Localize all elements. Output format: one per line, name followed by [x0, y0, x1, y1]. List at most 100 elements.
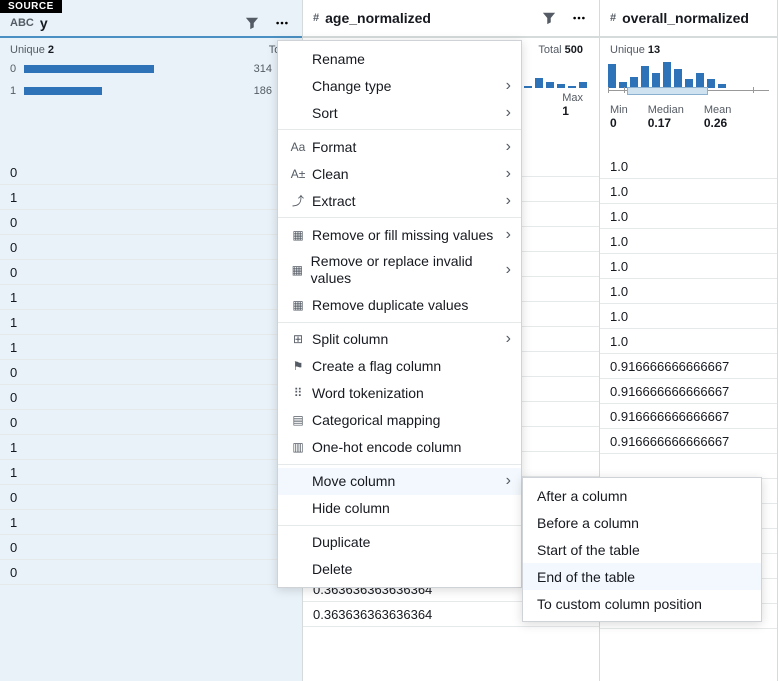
menu-sort[interactable]: Sort — [278, 99, 521, 126]
menu-remove-dup[interactable]: ▦Remove duplicate values — [278, 292, 521, 319]
table-cell[interactable]: 0 — [0, 210, 302, 235]
menu-extract[interactable]: ⤴Extract — [278, 187, 521, 214]
table-cell[interactable]: 1 — [0, 510, 302, 535]
dup-icon: ▦ — [290, 297, 306, 313]
menu-rename[interactable]: Rename — [278, 45, 521, 72]
category-icon: ▤ — [290, 412, 306, 428]
flag-icon: ⚑ — [290, 358, 306, 374]
axis — [608, 90, 769, 100]
table-cell[interactable]: 1.0 — [600, 329, 777, 354]
histogram — [600, 58, 777, 88]
table-cell[interactable]: 1.0 — [600, 179, 777, 204]
dist-value: 314 — [248, 63, 272, 75]
total-stat: Total500 — [538, 44, 583, 56]
format-icon: Aa — [290, 139, 306, 155]
table-cell[interactable]: 1.0 — [600, 154, 777, 179]
hist-bar — [641, 66, 649, 88]
dist-row: 1 186 — [10, 82, 292, 100]
table-cell[interactable]: 0 — [0, 560, 302, 585]
table-cell[interactable]: 0.916666666666667 — [600, 379, 777, 404]
dist-row: 0 314 — [10, 60, 292, 78]
dist-label: 0 — [10, 63, 24, 75]
menu-hide-column[interactable]: Hide column — [278, 495, 521, 522]
stats-row: Unique13 — [600, 38, 777, 58]
more-icon[interactable] — [270, 11, 294, 35]
submenu-before-column[interactable]: Before a column — [523, 509, 761, 536]
hist-bar — [619, 82, 627, 89]
table-cell[interactable]: 1.0 — [600, 204, 777, 229]
menu-format[interactable]: AaFormat — [278, 133, 521, 160]
column-y: ABC y Unique2 Total 0 314 1 186 010001 — [0, 0, 303, 681]
hist-bar — [535, 78, 543, 88]
table-cell[interactable]: 1 — [0, 285, 302, 310]
min-stat: Min0 — [610, 104, 628, 130]
menu-change-type[interactable]: Change type — [278, 72, 521, 99]
table-cell[interactable]: 0 — [0, 535, 302, 560]
distribution: 0 314 1 186 — [0, 58, 302, 110]
table-cell[interactable]: 1 — [0, 185, 302, 210]
table-cell[interactable]: 0.916666666666667 — [600, 354, 777, 379]
more-icon[interactable] — [567, 6, 591, 30]
table-cell[interactable]: 1 — [0, 460, 302, 485]
table-cell[interactable]: 1.0 — [600, 229, 777, 254]
table-cell[interactable]: 0 — [0, 160, 302, 185]
table-cell[interactable]: 1 — [0, 310, 302, 335]
filter-icon[interactable] — [240, 11, 264, 35]
menu-clean[interactable]: A±Clean — [278, 160, 521, 187]
table-cell[interactable]: 0 — [0, 235, 302, 260]
unique-stat: Unique13 — [610, 44, 660, 56]
table-cell[interactable]: 0.916666666666667 — [600, 404, 777, 429]
extract-icon: ⤴ — [290, 193, 306, 209]
dist-label: 1 — [10, 85, 24, 97]
submenu-after-column[interactable]: After a column — [523, 482, 761, 509]
table-cell[interactable]: 0 — [0, 410, 302, 435]
table-cell[interactable]: 1.0 — [600, 304, 777, 329]
table-cell[interactable]: 1 — [0, 335, 302, 360]
menu-remove-fill[interactable]: ▦Remove or fill missing values — [278, 221, 521, 248]
table-cell[interactable]: 1.0 — [600, 279, 777, 304]
type-chip: # — [313, 12, 319, 24]
hist-bar — [707, 79, 715, 88]
move-column-submenu: After a column Before a column Start of … — [522, 477, 762, 622]
table-cell[interactable]: 1.0 — [600, 254, 777, 279]
max-stat: Max1 — [562, 92, 583, 118]
token-icon: ⠿ — [290, 385, 306, 401]
menu-split[interactable]: ⊞Split column — [278, 326, 521, 353]
table-cell[interactable]: 0.916666666666667 — [600, 429, 777, 454]
menu-move-column[interactable]: Move column — [278, 468, 521, 495]
menu-delete[interactable]: Delete — [278, 556, 521, 583]
column-name: age_normalized — [325, 10, 531, 26]
menu-onehot[interactable]: ▥One-hot encode column — [278, 434, 521, 461]
menu-flag[interactable]: ⚑Create a flag column — [278, 353, 521, 380]
menu-tokenize[interactable]: ⠿Word tokenization — [278, 380, 521, 407]
submenu-start-table[interactable]: Start of the table — [523, 536, 761, 563]
table-cell[interactable]: 0 — [0, 485, 302, 510]
cells-y: 01000111000110100 — [0, 160, 302, 681]
column-name: overall_normalized — [622, 10, 769, 26]
missing-icon: ▦ — [290, 227, 306, 243]
hist-bar — [696, 73, 704, 88]
table-cell[interactable]: 0 — [0, 385, 302, 410]
column-header-age: # age_normalized — [303, 0, 599, 38]
table-cell[interactable]: 0 — [0, 260, 302, 285]
submenu-end-table[interactable]: End of the table — [523, 563, 761, 590]
table-cell[interactable]: 1 — [0, 435, 302, 460]
hist-bar — [608, 64, 616, 88]
type-chip: # — [610, 12, 616, 24]
hist-bar — [663, 62, 671, 88]
dist-bar — [24, 87, 102, 95]
column-header-overall: # overall_normalized — [600, 0, 777, 38]
menu-duplicate[interactable]: Duplicate — [278, 529, 521, 556]
onehot-icon: ▥ — [290, 439, 306, 455]
split-icon: ⊞ — [290, 331, 306, 347]
median-stat: Median0.17 — [648, 104, 684, 130]
submenu-custom-position[interactable]: To custom column position — [523, 590, 761, 617]
stats-row: Unique2 Total — [0, 38, 302, 58]
table-cell[interactable]: 0 — [0, 360, 302, 385]
menu-categorical[interactable]: ▤Categorical mapping — [278, 407, 521, 434]
menu-remove-invalid[interactable]: ▦Remove or replace invalid values — [278, 248, 521, 292]
filter-icon[interactable] — [537, 6, 561, 30]
table-cell[interactable] — [600, 454, 777, 479]
hist-bar — [652, 73, 660, 88]
dist-bar — [24, 65, 154, 73]
